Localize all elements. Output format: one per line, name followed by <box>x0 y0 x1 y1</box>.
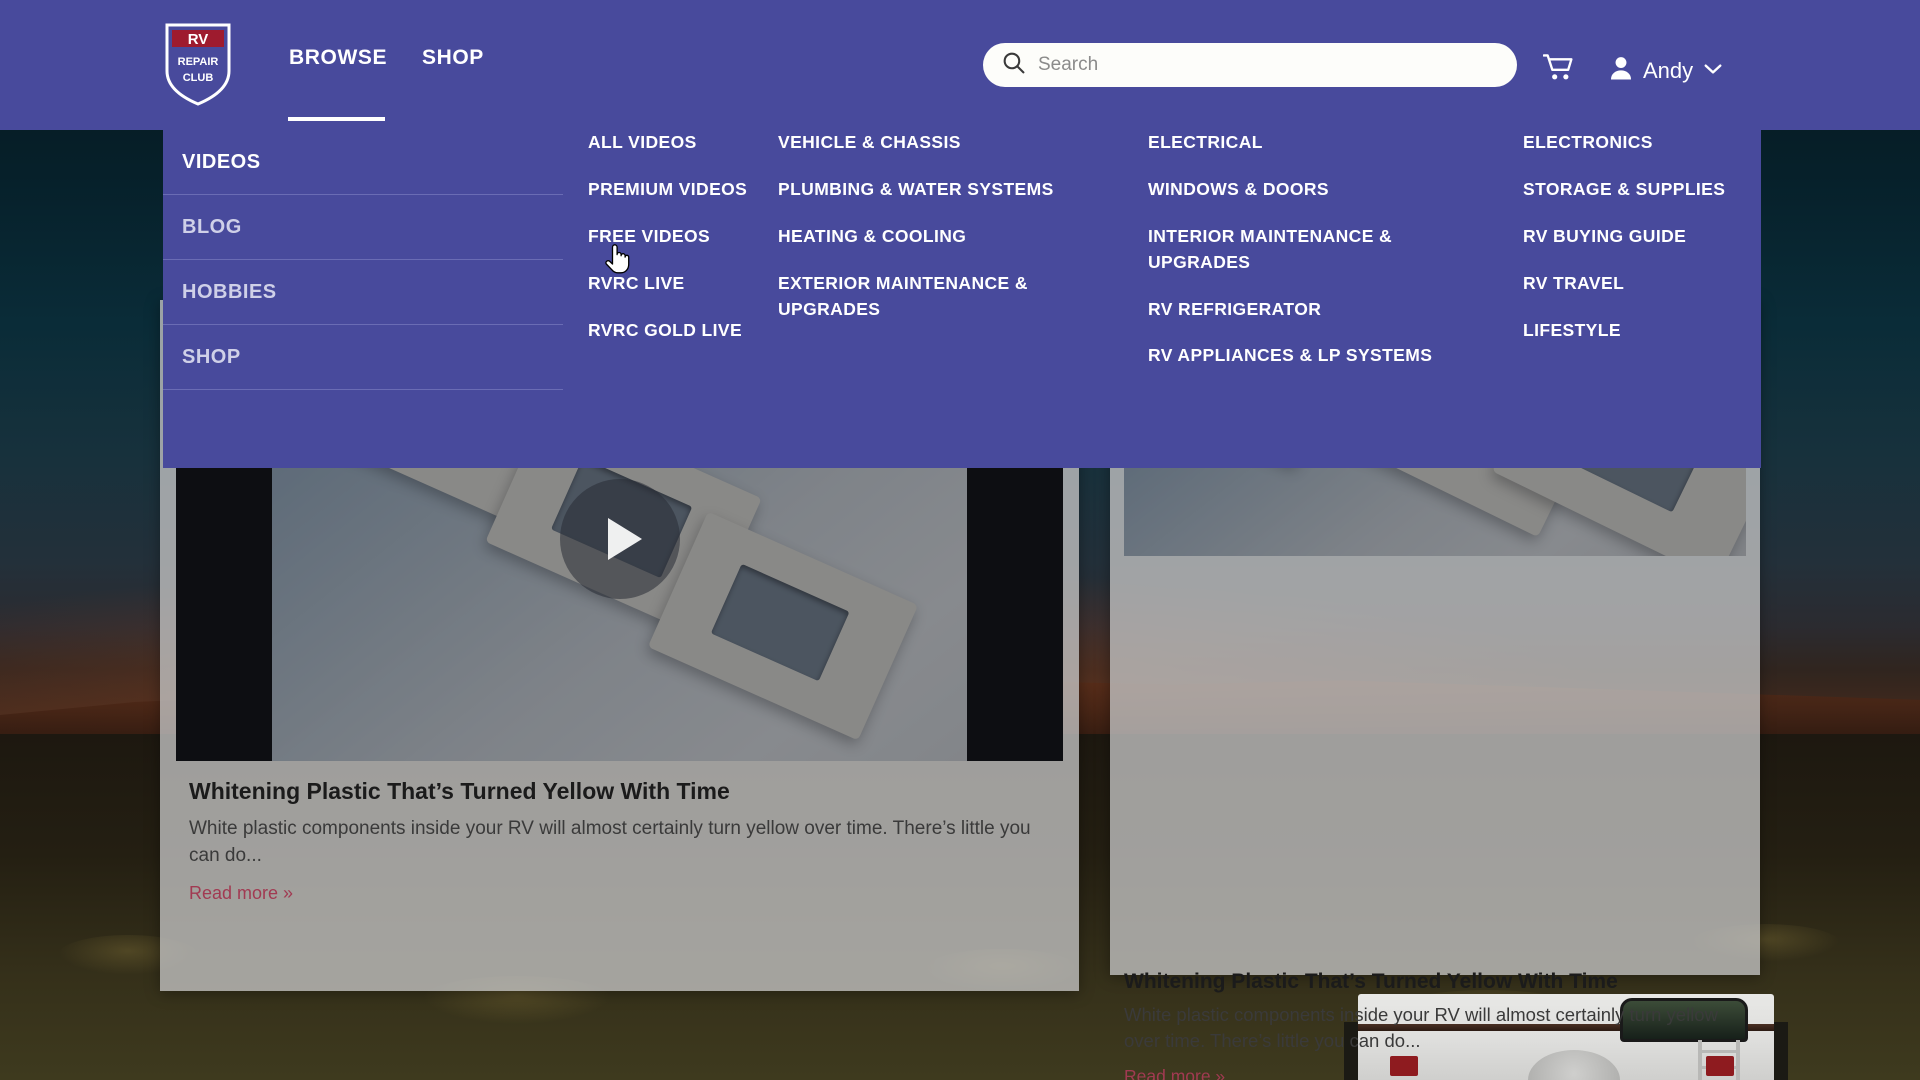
svg-text:REPAIR: REPAIR <box>178 56 219 68</box>
mega-menu-column-1: ALL VIDEOS PREMIUM VIDEOS FREE VIDEOS RV… <box>588 130 768 364</box>
user-icon <box>1610 56 1632 85</box>
mega-menu-column-2: VEHICLE & CHASSIS PLUMBING & WATER SYSTE… <box>778 130 1078 343</box>
side-card-body: Whitening Plastic That’s Turned Yellow W… <box>1124 970 1746 1080</box>
site-header: RV REPAIR CLUB BROWSE SHOP Andy <box>0 0 1920 130</box>
menu-link-exterior-maintenance-upgrades[interactable]: EXTERIOR MAINTENANCE & UPGRADES <box>778 271 1078 323</box>
account-menu[interactable]: Andy <box>1610 56 1722 85</box>
menu-link-electronics[interactable]: ELECTRONICS <box>1523 130 1753 156</box>
menu-link-windows-doors[interactable]: WINDOWS & DOORS <box>1148 177 1478 203</box>
menu-link-rvrc-live[interactable]: RVRC LIVE <box>588 271 768 297</box>
menu-link-rv-buying-guide[interactable]: RV BUYING GUIDE <box>1523 224 1753 250</box>
menu-link-interior-maintenance-upgrades[interactable]: INTERIOR MAINTENANCE & UPGRADES <box>1148 224 1478 276</box>
search-bar[interactable] <box>983 43 1517 87</box>
side-card-read-more-link[interactable]: Read more » <box>1124 1066 1225 1080</box>
menu-link-rv-appliances-lp-systems[interactable]: RV APPLIANCES & LP SYSTEMS <box>1148 343 1478 369</box>
featured-card-description: White plastic components inside your RV … <box>189 818 1031 866</box>
svg-text:RV: RV <box>188 31 209 48</box>
nav-item-shop[interactable]: SHOP <box>422 46 484 70</box>
rv-edge-right <box>1774 1022 1788 1080</box>
mega-menu-category-blog[interactable]: BLOG <box>163 195 563 260</box>
menu-link-heating-cooling[interactable]: HEATING & COOLING <box>778 224 1078 250</box>
menu-link-rv-refrigerator[interactable]: RV REFRIGERATOR <box>1148 297 1478 323</box>
mega-menu-category-shop[interactable]: SHOP <box>163 325 563 390</box>
menu-link-rvrc-gold-live[interactable]: RVRC GOLD LIVE <box>588 318 768 344</box>
play-button-icon[interactable] <box>559 478 680 599</box>
mega-menu-category-label: VIDEOS <box>182 150 261 173</box>
browse-mega-menu[interactable]: VIDEOS BLOG HOBBIES SHOP ALL VIDEOS PREM… <box>163 130 1761 468</box>
svg-text:CLUB: CLUB <box>183 72 214 84</box>
nav-active-indicator <box>288 117 385 121</box>
account-name-label: Andy <box>1643 57 1694 83</box>
nav-item-browse[interactable]: BROWSE <box>289 46 387 70</box>
shopping-cart-icon[interactable] <box>1542 54 1573 86</box>
featured-card-title: Whitening Plastic That’s Turned Yellow W… <box>189 778 730 804</box>
mega-menu-category-videos[interactable]: VIDEOS <box>163 130 563 195</box>
featured-card-read-more-link[interactable]: Read more » <box>189 883 293 904</box>
mega-menu-category-label: BLOG <box>182 215 242 238</box>
mega-menu-column-4: ELECTRONICS STORAGE & SUPPLIES RV BUYING… <box>1523 130 1753 364</box>
mega-menu-category-list[interactable]: VIDEOS BLOG HOBBIES SHOP <box>163 130 563 390</box>
mega-menu-column-3: ELECTRICAL WINDOWS & DOORS INTERIOR MAIN… <box>1148 130 1478 390</box>
menu-link-all-videos[interactable]: ALL VIDEOS <box>588 130 768 156</box>
menu-link-rv-travel[interactable]: RV TRAVEL <box>1523 271 1753 297</box>
menu-link-storage-supplies[interactable]: STORAGE & SUPPLIES <box>1523 177 1753 203</box>
menu-link-plumbing-water-systems[interactable]: PLUMBING & WATER SYSTEMS <box>778 177 1078 203</box>
mega-menu-category-label: HOBBIES <box>182 280 277 303</box>
menu-link-electrical[interactable]: ELECTRICAL <box>1148 130 1478 156</box>
mega-menu-category-label: SHOP <box>182 345 241 368</box>
side-card-title: Whitening Plastic That’s Turned Yellow W… <box>1124 970 1618 993</box>
mega-menu-category-hobbies[interactable]: HOBBIES <box>163 260 563 325</box>
search-icon <box>1001 50 1026 80</box>
menu-link-lifestyle[interactable]: LIFESTYLE <box>1523 318 1753 344</box>
menu-link-free-videos[interactable]: FREE VIDEOS <box>588 224 768 250</box>
featured-card-body: Whitening Plastic That’s Turned Yellow W… <box>189 778 1055 904</box>
side-card-description: White plastic components inside your RV … <box>1124 1004 1718 1052</box>
chevron-down-icon <box>1704 62 1722 80</box>
search-input[interactable] <box>1038 54 1499 76</box>
menu-link-vehicle-chassis[interactable]: VEHICLE & CHASSIS <box>778 130 1078 156</box>
menu-link-premium-videos[interactable]: PREMIUM VIDEOS <box>588 177 768 203</box>
rv-repair-club-logo[interactable]: RV REPAIR CLUB <box>163 21 233 107</box>
